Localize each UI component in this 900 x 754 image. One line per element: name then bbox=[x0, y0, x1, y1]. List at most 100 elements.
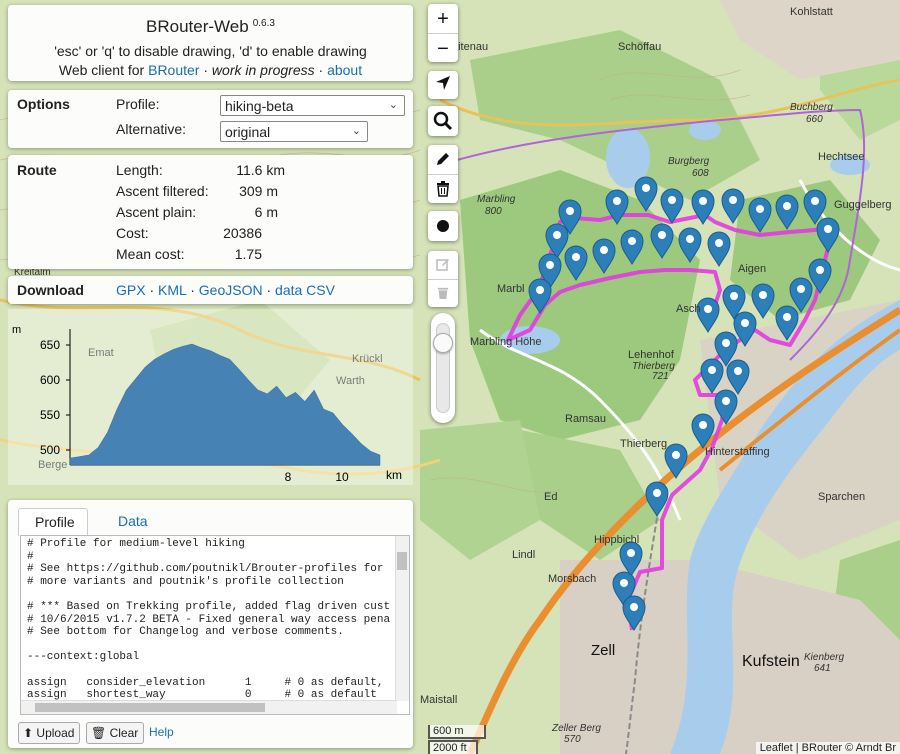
place-label: Hinterstaffing bbox=[705, 446, 770, 458]
csv-link[interactable]: data CSV bbox=[275, 282, 335, 298]
map-attribution[interactable]: Leaflet | BRouter © Arndt Br bbox=[755, 742, 900, 754]
y-tick-label: 550 bbox=[40, 408, 60, 422]
profile-label: Profile: bbox=[116, 96, 160, 112]
chevron-down-icon: ⌄ bbox=[351, 125, 361, 137]
place-label: 660 bbox=[806, 114, 823, 125]
app-title: BRouter-Web 0.6.3 bbox=[8, 17, 413, 37]
app-version: 0.6.3 bbox=[252, 18, 275, 29]
draw-route-button[interactable] bbox=[428, 145, 458, 174]
elevation-area bbox=[69, 343, 381, 466]
brouter-link[interactable]: BRouter bbox=[148, 62, 199, 78]
locate-button[interactable] bbox=[428, 71, 458, 99]
ascent-filtered-value: 309 m bbox=[239, 183, 278, 199]
scale-metric: 600 m bbox=[428, 725, 486, 739]
location-arrow-icon bbox=[436, 76, 450, 90]
scroll-thumb[interactable] bbox=[397, 552, 407, 570]
geojson-link[interactable]: GeoJSON bbox=[199, 282, 263, 298]
zoom-control: + − bbox=[428, 4, 458, 62]
edit-icon bbox=[436, 259, 449, 271]
zoom-out-button[interactable]: − bbox=[428, 33, 458, 63]
place-label: Hechtsee bbox=[818, 151, 864, 163]
profile-code: # Profile for medium-level hiking # # Se… bbox=[27, 538, 391, 702]
place-label: Asch bbox=[676, 303, 700, 315]
trash-icon: 🗑 bbox=[91, 726, 107, 740]
profile-textarea[interactable]: # Profile for medium-level hiking # # Se… bbox=[20, 535, 410, 715]
draw-control bbox=[428, 145, 458, 203]
header-panel: BRouter-Web 0.6.3 'esc' or 'q' to disable… bbox=[8, 5, 413, 81]
route-panel: Route Length: 11.6 km Ascent filtered: 3… bbox=[8, 155, 413, 269]
place-label: 608 bbox=[692, 168, 709, 179]
slider-handle[interactable] bbox=[433, 333, 453, 353]
vertical-scrollbar[interactable] bbox=[395, 536, 409, 701]
search-button[interactable] bbox=[428, 106, 458, 136]
x-tick-label: 10 bbox=[335, 470, 349, 484]
route-title: Route bbox=[17, 162, 57, 178]
length-value: 11.6 km bbox=[236, 162, 285, 178]
clear-button[interactable]: 🗑 Clear bbox=[86, 722, 145, 744]
horizontal-scrollbar[interactable] bbox=[21, 700, 397, 714]
place-label: 570 bbox=[564, 734, 581, 745]
place-label: 721 bbox=[652, 371, 669, 382]
delete-route-button[interactable] bbox=[428, 174, 458, 203]
profile-editor-panel: Profile Data # Profile for medium-level … bbox=[8, 500, 413, 748]
download-links: GPX · KML · GeoJSON · data CSV bbox=[116, 282, 335, 298]
app-name: BRouter-Web bbox=[146, 17, 249, 36]
tab-data[interactable]: Data bbox=[102, 508, 164, 536]
place-label: Lindl bbox=[512, 549, 535, 561]
zoom-in-button[interactable]: + bbox=[428, 4, 458, 34]
place-label: 641 bbox=[814, 663, 831, 674]
delete-layers-button[interactable] bbox=[428, 279, 458, 307]
scale-imperial: 2000 ft bbox=[428, 740, 478, 754]
trash-icon bbox=[437, 181, 449, 197]
help-link[interactable]: Help bbox=[149, 725, 174, 739]
locate-control bbox=[428, 71, 458, 99]
profile-select[interactable]: hiking-beta ⌄ bbox=[220, 95, 405, 116]
length-label: Length: bbox=[116, 162, 163, 178]
place-label: Marbling Höhe bbox=[470, 336, 542, 348]
circle-marker-icon bbox=[437, 220, 449, 232]
cost-label: Cost: bbox=[116, 225, 149, 241]
about-link[interactable]: about bbox=[327, 62, 362, 78]
ascent-filtered-label: Ascent filtered: bbox=[116, 183, 209, 199]
edit-control bbox=[428, 251, 458, 307]
mean-cost-label: Mean cost: bbox=[116, 246, 185, 262]
search-control bbox=[428, 106, 458, 136]
gpx-link[interactable]: GPX bbox=[116, 282, 146, 298]
place-label: Thierberg bbox=[620, 438, 667, 450]
trash-icon bbox=[437, 287, 449, 299]
y-tick-label: 500 bbox=[40, 443, 60, 457]
edit-layers-button[interactable] bbox=[428, 251, 458, 279]
y-tick-label: 600 bbox=[40, 373, 60, 387]
place-label: Ed bbox=[544, 491, 557, 503]
marker-control bbox=[428, 211, 458, 241]
place-label: Guggelberg bbox=[834, 199, 892, 211]
chevron-down-icon: ⌄ bbox=[388, 99, 398, 111]
tab-profile[interactable]: Profile bbox=[18, 508, 88, 536]
y-tick-label: 650 bbox=[40, 338, 60, 352]
place-label: Aigen bbox=[738, 263, 766, 275]
place-label: Sparchen bbox=[818, 491, 865, 503]
options-panel: Options Profile: hiking-beta ⌄ Alternativ… bbox=[8, 90, 413, 148]
add-marker-button[interactable] bbox=[428, 211, 458, 241]
place-label: Lehenhof bbox=[628, 349, 675, 361]
ascent-plain-label: Ascent plain: bbox=[116, 204, 197, 220]
kml-link[interactable]: KML bbox=[158, 282, 186, 298]
x-unit-label: km bbox=[386, 468, 402, 482]
place-label: Schöffau bbox=[618, 41, 661, 53]
place-label: Buchberg bbox=[790, 102, 833, 113]
elevation-chart[interactable]: m 650 600 550 500 8 10 km bbox=[8, 309, 413, 485]
upload-button[interactable]: ⬆ Upload bbox=[18, 722, 81, 744]
download-panel: Download GPX · KML · GeoJSON · data CSV bbox=[8, 276, 413, 304]
upload-icon: ⬆ bbox=[23, 726, 34, 740]
alternative-label: Alternative: bbox=[116, 121, 187, 137]
alternative-select[interactable]: original ⌄ bbox=[220, 121, 368, 142]
place-label: Morsbach bbox=[548, 573, 596, 585]
place-label: Marbling bbox=[477, 194, 516, 205]
place-label: Marbl bbox=[497, 283, 525, 295]
place-label: Ramsau bbox=[565, 413, 606, 425]
place-label: Kienberg bbox=[804, 652, 844, 663]
x-tick-label: 8 bbox=[285, 470, 292, 484]
scroll-thumb[interactable] bbox=[35, 703, 265, 712]
opacity-slider[interactable] bbox=[431, 313, 455, 423]
options-title: Options bbox=[17, 96, 70, 112]
